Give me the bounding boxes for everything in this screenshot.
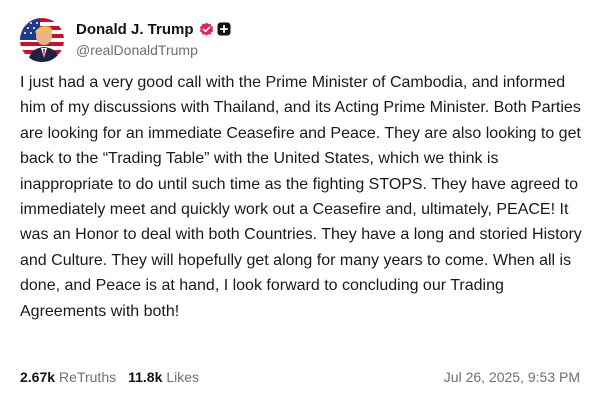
display-name[interactable]: Donald J. Trump (76, 21, 194, 38)
avatar[interactable] (20, 18, 64, 62)
name-row: Donald J. Trump (76, 19, 231, 39)
post-timestamp[interactable]: Jul 26, 2025, 9:53 PM (444, 369, 580, 385)
author-handle[interactable]: @realDonaldTrump (76, 42, 231, 58)
avatar-photo-icon (20, 18, 64, 62)
likes-label: Likes (166, 369, 200, 385)
post-footer: 2.67k ReTruths 11.8k Likes Jul 26, 2025,… (20, 369, 580, 385)
plus-badge-icon (217, 22, 231, 36)
post-card: Donald J. Trump @realDonaldTrump I just … (0, 0, 600, 400)
post-header: Donald J. Trump @realDonaldTrump (20, 18, 231, 64)
retruths-label: ReTruths (59, 369, 117, 385)
verified-badge-icon (199, 22, 214, 37)
author-names: Donald J. Trump @realDonaldTrump (76, 18, 231, 58)
likes-stat[interactable]: 11.8k Likes (128, 369, 199, 385)
post-body-text: I just had a very good call with the Pri… (20, 74, 582, 320)
retruths-count: 2.67k (20, 369, 56, 385)
likes-count: 11.8k (128, 369, 163, 385)
retruths-stat[interactable]: 2.67k ReTruths (20, 369, 116, 385)
